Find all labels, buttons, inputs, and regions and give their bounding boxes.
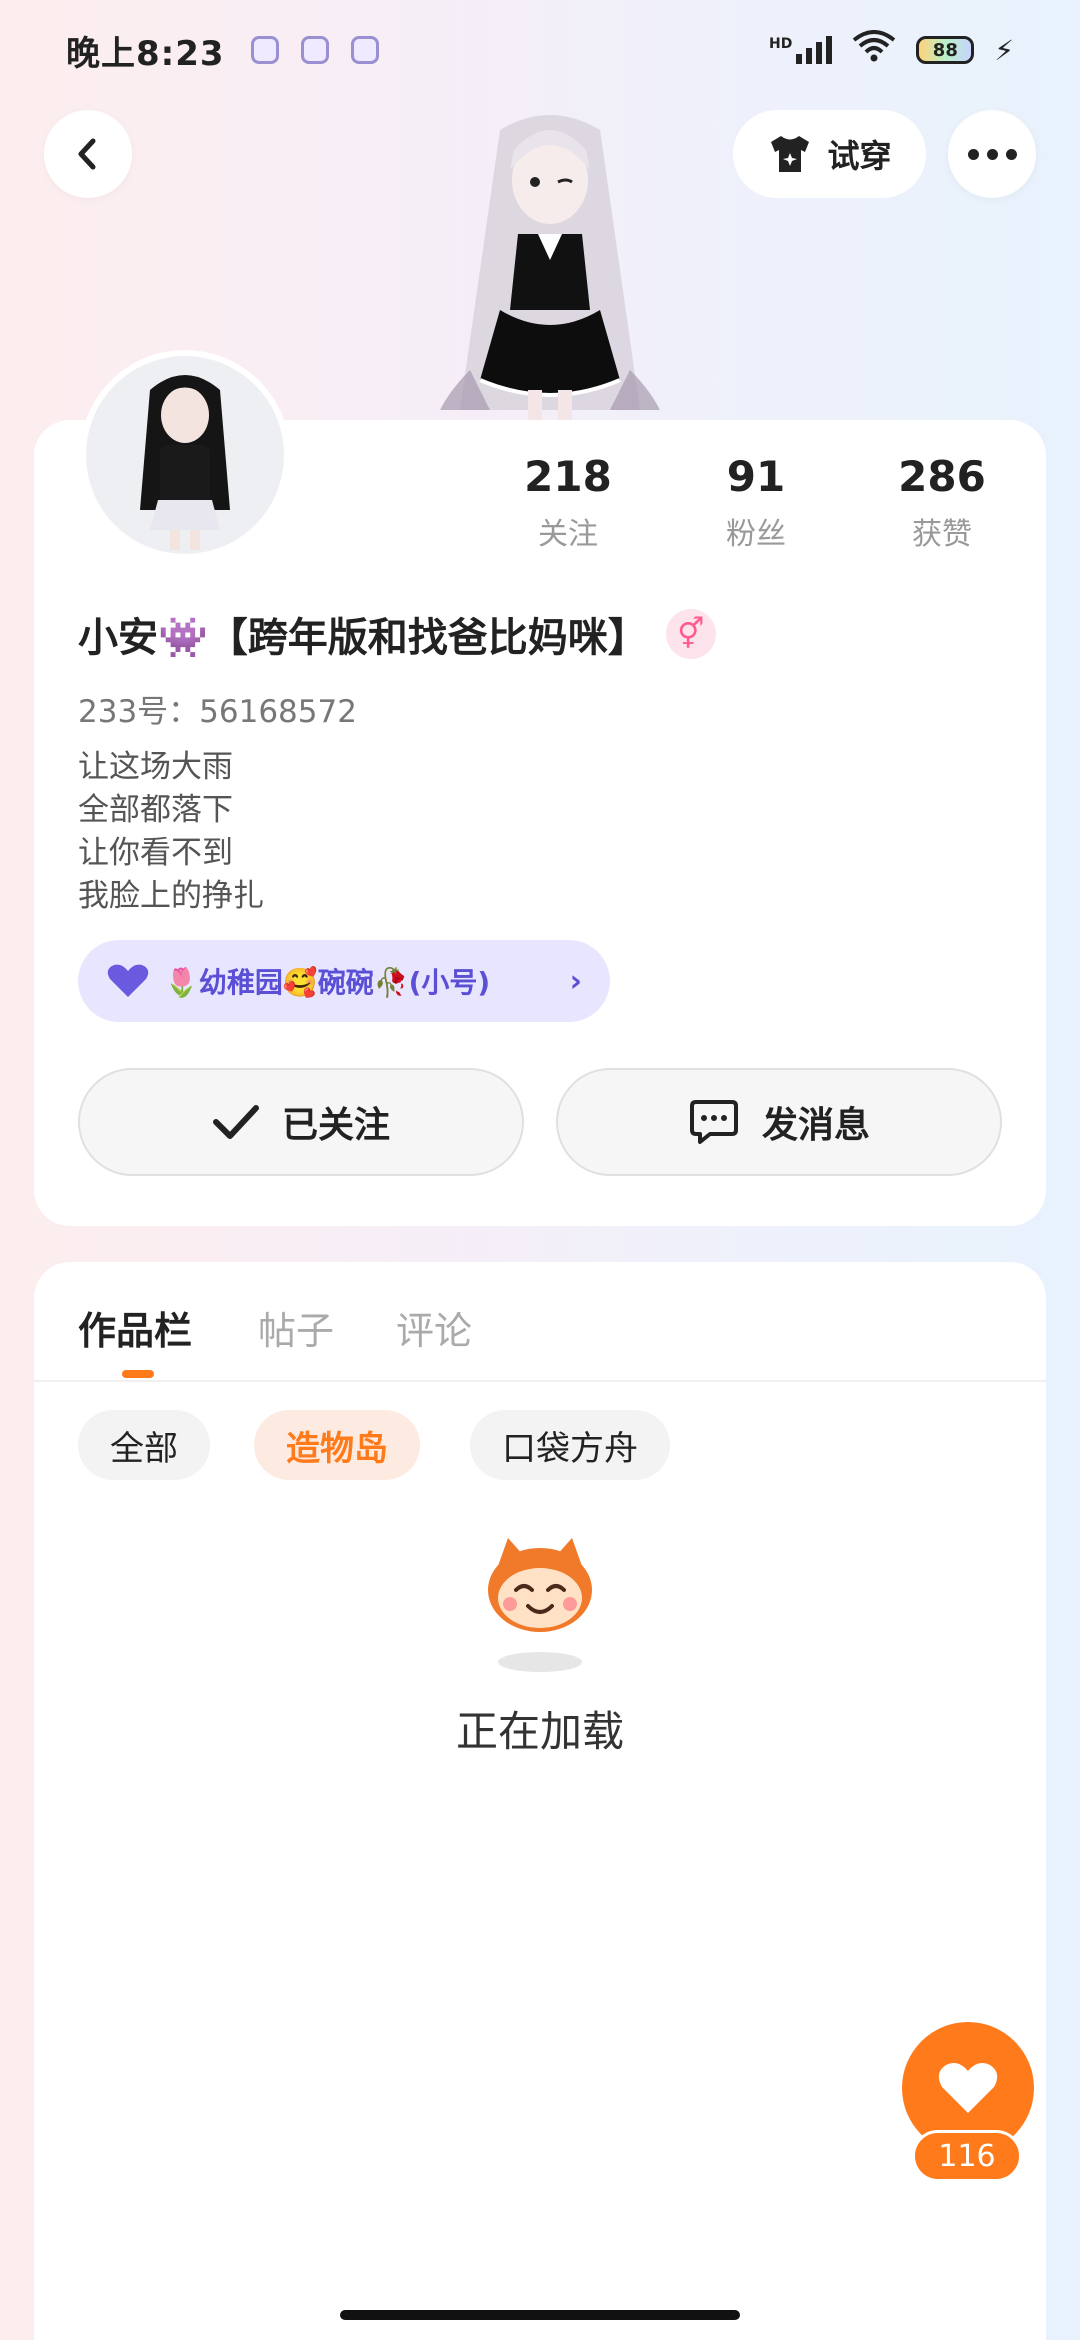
following-label: 关注 — [538, 517, 598, 552]
tab-works[interactable]: 作品栏 — [78, 1300, 192, 1355]
follow-label: 已关注 — [281, 1105, 390, 1146]
nickname-row: 小安👾【跨年版和找爸比妈咪】 ⚥ — [78, 605, 716, 663]
checkmark-icon — [212, 1105, 259, 1139]
likes-count: 286 — [898, 452, 986, 501]
try-on-button[interactable]: 试穿 — [733, 110, 926, 198]
bio-line: 让你看不到 — [78, 835, 233, 871]
chevron-right-icon: › — [569, 963, 582, 999]
bio: 让这场大雨 全部都落下 让你看不到 我脸上的挣扎 — [78, 746, 264, 918]
character-model-image[interactable] — [410, 110, 690, 420]
following-count: 218 — [524, 452, 612, 501]
club-link[interactable]: 🌷幼稚园🥰碗碗🥀(小号) › — [78, 940, 610, 1022]
status-time: 晚上8:23 — [66, 33, 225, 74]
home-indicator[interactable] — [340, 2310, 740, 2320]
loading-state: 正在加载 — [34, 1532, 1046, 1759]
bio-line: 让这场大雨 — [78, 749, 233, 785]
chip-creation-island[interactable]: 造物岛 — [254, 1410, 420, 1480]
follow-button[interactable]: 已关注 — [78, 1068, 524, 1176]
heart-icon — [938, 2063, 998, 2113]
fans-label: 粉丝 — [726, 517, 786, 552]
avatar-character-image — [140, 375, 230, 550]
active-tab-indicator — [122, 1370, 154, 1378]
tab-comments[interactable]: 评论 — [396, 1300, 472, 1355]
charging-icon: ⚡ — [994, 33, 1014, 67]
heart-icon — [107, 964, 149, 997]
chip-pocket-ark[interactable]: 口袋方舟 — [470, 1410, 670, 1480]
app-notification-icon — [250, 36, 279, 64]
more-button[interactable] — [948, 110, 1036, 198]
gender-icon: ⚥ — [665, 609, 716, 659]
chevron-left-icon — [78, 138, 96, 170]
likes-label: 获赞 — [912, 517, 972, 552]
chip-all[interactable]: 全部 — [78, 1410, 210, 1480]
works-card: 作品栏 帖子 评论 全部 造物岛 口袋方舟 正在加载 — [34, 1262, 1046, 2340]
try-on-label: 试穿 — [827, 137, 892, 175]
back-button[interactable] — [44, 110, 132, 198]
bio-line: 全部都落下 — [78, 792, 233, 828]
stat-fans[interactable]: 91 粉丝 — [676, 452, 836, 553]
status-bar: 晚上8:23 HD 88 ⚡ — [0, 0, 1080, 100]
tshirt-icon — [771, 136, 810, 172]
wifi-icon — [852, 29, 896, 71]
mascot-icon — [488, 1538, 592, 1672]
club-label: 🌷幼稚园🥰碗碗🥀(小号) — [164, 966, 491, 999]
nickname: 小安👾【跨年版和找爸比妈咪】 — [78, 615, 648, 661]
like-count: 116 — [912, 2130, 1022, 2182]
signal-icon: HD — [768, 36, 833, 64]
bio-line: 我脸上的挣扎 — [78, 878, 264, 914]
app-notification-icon — [350, 36, 379, 64]
stat-likes[interactable]: 286 获赞 — [862, 452, 1022, 553]
avatar[interactable] — [80, 350, 290, 560]
stat-following[interactable]: 218 关注 — [488, 452, 648, 553]
notification-icons — [250, 36, 379, 64]
message-button[interactable]: 发消息 — [556, 1068, 1002, 1176]
chat-bubble-icon — [689, 1100, 738, 1144]
app-notification-icon — [300, 36, 329, 64]
battery-icon: 88 — [916, 36, 975, 64]
message-label: 发消息 — [761, 1105, 870, 1146]
loading-text: 正在加载 — [455, 1707, 624, 1756]
user-id[interactable]: 233号：56168572 — [78, 686, 357, 731]
fans-count: 91 — [726, 452, 786, 501]
hd-label: HD — [768, 36, 793, 52]
tab-posts[interactable]: 帖子 — [258, 1300, 334, 1355]
more-dots-icon — [967, 148, 1017, 160]
tab-bar: 作品栏 帖子 评论 — [34, 1262, 1046, 1382]
status-indicators: HD 88 ⚡ — [768, 29, 1014, 71]
